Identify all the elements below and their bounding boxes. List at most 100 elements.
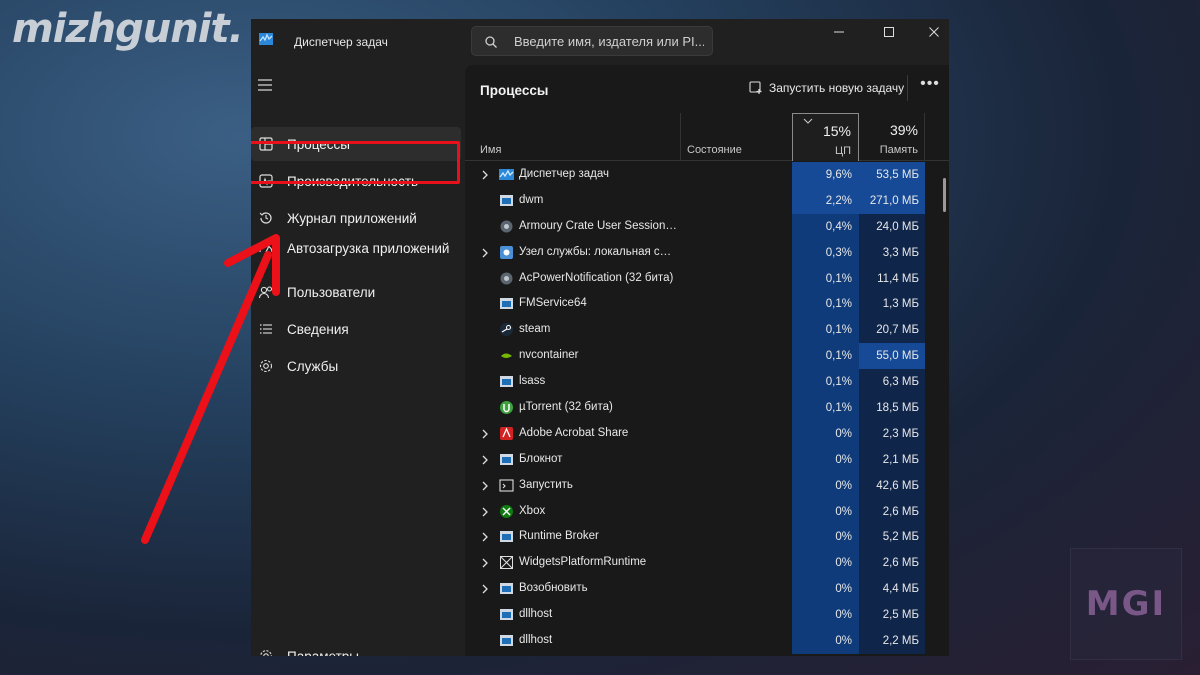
expand-chevron-icon[interactable] [481,532,489,542]
column-headers: Имя Состояние 15% ЦП 39% Память [465,113,949,161]
process-name: nvcontainer [519,349,579,362]
table-row[interactable]: dllhost 0% 2,5 МБ [465,602,949,629]
process-name: dllhost [519,608,553,621]
scrollbar-thumb[interactable] [943,178,946,212]
process-name: Запустить [519,478,573,491]
expand-chevron-icon[interactable] [481,429,489,439]
process-memory: 1,3 МБ [859,291,925,318]
process-cpu: 0% [792,602,859,629]
process-memory: 2,2 МБ [859,628,925,655]
close-button[interactable] [915,21,949,43]
app-window-icon [500,376,513,388]
table-row[interactable]: nvcontainer 0,1% 55,0 МБ [465,343,949,370]
process-name: Adobe Acrobat Share [519,426,629,439]
minimize-icon [834,31,844,33]
table-row[interactable]: Возобновить 0% 4,4 МБ [465,576,949,603]
xbox-icon [500,504,513,518]
table-row[interactable]: Adobe Acrobat Share 0% 2,3 МБ [465,420,949,447]
process-cpu: 0,1% [792,265,859,292]
process-cpu: 0,1% [792,317,859,344]
expand-chevron-icon[interactable] [481,248,489,258]
process-memory: 6,3 МБ [859,369,925,396]
column-state[interactable]: Состояние [687,144,742,156]
process-name: Диспетчер задач [519,168,609,180]
expand-chevron-icon[interactable] [481,170,489,180]
maximize-button[interactable] [870,21,908,43]
process-name: WidgetsPlatformRuntime [519,556,647,569]
table-row[interactable]: Диспетчер задач 9,6% 53,5 МБ [465,162,949,188]
sidebar: Процессы Производительность Журнал прило… [251,65,465,656]
expand-chevron-icon[interactable] [481,455,489,465]
expand-chevron-icon[interactable] [481,558,489,568]
process-memory: 53,5 МБ [859,162,925,188]
process-name: Узел службы: локальная служ... [519,245,677,258]
app-window-icon [500,453,513,465]
app-window-icon [500,635,513,647]
history-icon [259,212,272,224]
process-cpu: 0% [792,524,859,551]
sidebar-item-details[interactable]: Сведения [251,312,461,346]
users-icon [258,286,273,299]
process-list: Диспетчер задач 9,6% 53,5 МБ dwm 2,2% 271,0 М… [465,162,949,655]
sidebar-item-settings[interactable]: Параметры [251,646,461,656]
process-cpu: 0% [792,550,859,577]
process-cpu: 0,1% [792,343,859,370]
table-row[interactable]: Узел службы: локальная служ... 0,3% 3,3 МБ [465,239,949,266]
table-row[interactable]: µTorrent (32 бита) 0,1% 18,5 МБ [465,395,949,422]
sidebar-item-label: Сведения [287,321,349,337]
widgets-icon [500,556,513,570]
process-cpu: 2,2% [792,187,859,214]
expand-chevron-icon[interactable] [481,584,489,594]
table-row[interactable]: Xbox 0% 2,6 МБ [465,498,949,525]
column-memory[interactable]: 39% Память [859,113,925,161]
table-row[interactable]: dwm 2,2% 271,0 МБ [465,187,949,214]
process-memory: 2,5 МБ [859,602,925,629]
process-memory: 3,3 МБ [859,239,925,266]
process-memory: 18,5 МБ [859,395,925,422]
app-window-icon [500,194,513,206]
app-window-icon [500,583,513,595]
search-box[interactable] [471,26,713,56]
run-new-task-button[interactable]: Запустить новую задачу [749,75,904,101]
sidebar-item-startup[interactable]: Автозагрузка приложений [251,228,461,268]
cpu-total: 15% [822,123,851,139]
hamburger-menu-icon[interactable] [258,79,272,91]
table-row[interactable]: Runtime Broker 0% 5,2 МБ [465,524,949,551]
run-new-task-label: Запустить новую задачу [769,81,905,95]
process-name: dllhost [519,634,553,647]
process-name: FMService64 [519,297,587,310]
column-cpu[interactable]: 15% ЦП [792,113,859,161]
sidebar-item-label: Службы [287,358,339,374]
process-memory: 5,2 МБ [859,524,925,551]
process-memory: 55,0 МБ [859,343,925,370]
more-options-button[interactable]: ••• [917,76,943,99]
table-row[interactable]: dllhost 0% 2,2 МБ [465,628,949,655]
acrobat-icon [500,426,513,440]
services-icon [259,359,273,373]
watermark-logo: mizhgunit. [12,6,244,52]
table-row[interactable]: Запустить 0% 42,6 МБ [465,472,949,499]
table-row[interactable]: FMService64 0,1% 1,3 МБ [465,291,949,318]
table-row[interactable]: AcPowerNotification (32 бита) 0,1% 11,4 МБ [465,265,949,292]
process-memory: 24,0 МБ [859,213,925,240]
expand-chevron-icon[interactable] [481,481,489,491]
gear-icon [500,220,513,233]
table-row[interactable]: steam 0,1% 20,7 МБ [465,317,949,344]
column-name[interactable]: Имя [480,144,501,156]
process-cpu: 0% [792,498,859,525]
processes-panel: Процессы Запустить новую задачу ••• Имя … [465,65,949,656]
table-row[interactable]: WidgetsPlatformRuntime 0% 2,6 МБ [465,550,949,577]
table-row[interactable]: Armoury Crate User Session H... 0,4% 24,0 … [465,213,949,240]
table-row[interactable]: lsass 0,1% 6,3 МБ [465,369,949,396]
expand-chevron-icon[interactable] [481,507,489,517]
process-cpu: 0% [792,420,859,447]
sidebar-item-services[interactable]: Службы [251,349,461,383]
process-cpu: 9,6% [792,162,859,188]
title-bar: Диспетчер задач [251,19,949,65]
search-input[interactable] [514,32,704,50]
table-row[interactable]: Блокнот 0% 2,1 МБ [465,446,949,473]
sidebar-item-users[interactable]: Пользователи [251,275,461,309]
app-window-icon [500,531,513,543]
cpu-label: ЦП [834,145,851,157]
minimize-button[interactable] [820,21,858,43]
